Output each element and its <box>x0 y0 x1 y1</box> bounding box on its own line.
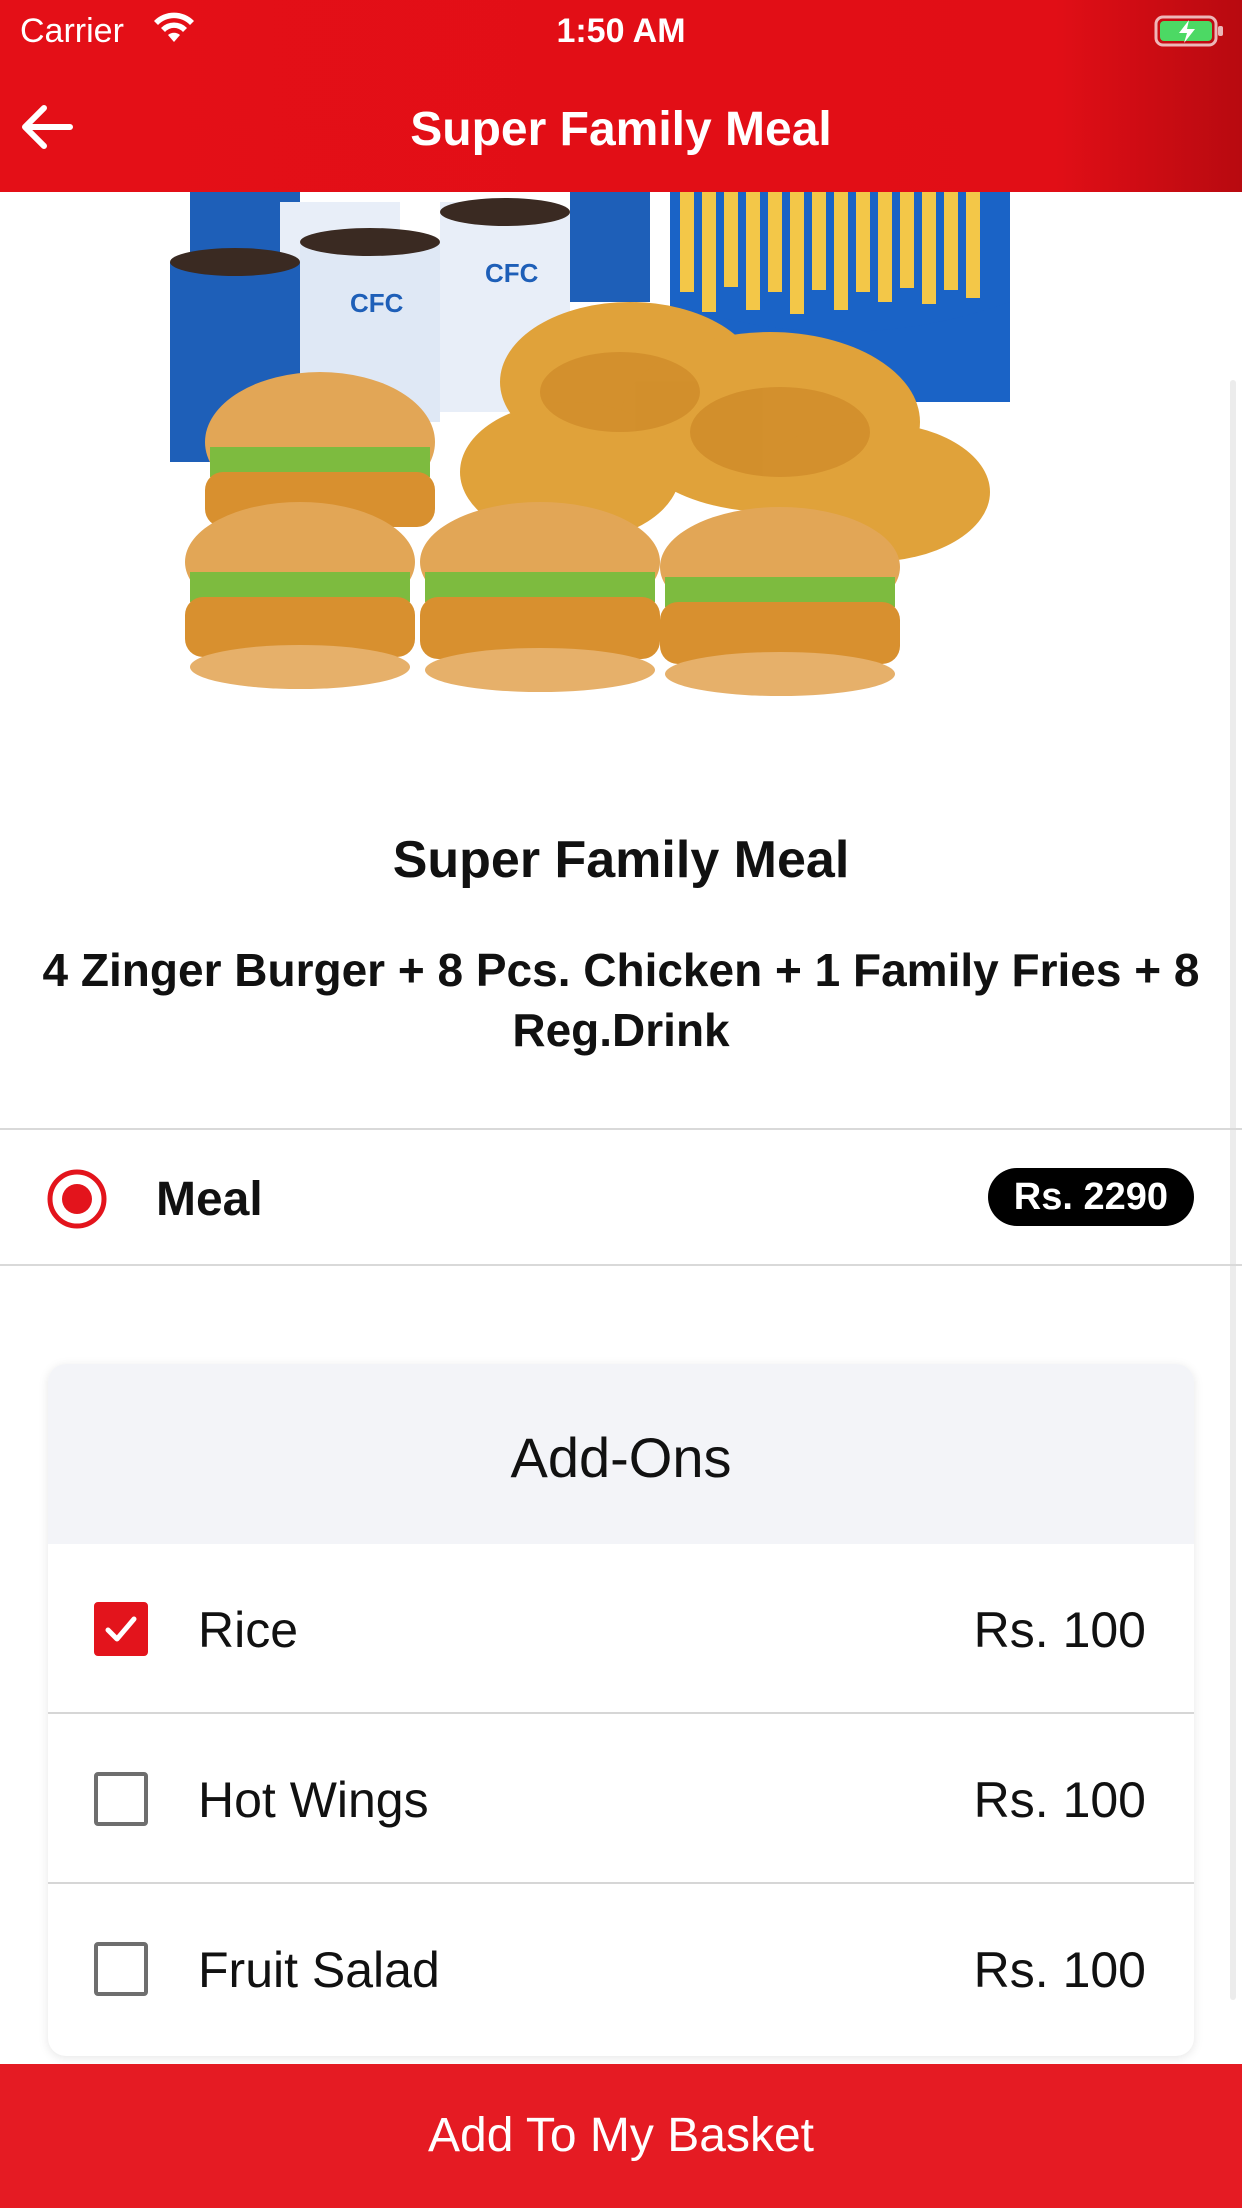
clock: 1:50 AM <box>556 12 686 50</box>
addons-header: Add-Ons <box>48 1364 1194 1544</box>
divider <box>0 1264 1242 1266</box>
radio-selected-icon[interactable] <box>46 1168 108 1230</box>
addon-price: Rs. 100 <box>973 1772 1146 1828</box>
addon-price: Rs. 100 <box>973 1602 1146 1658</box>
addon-item-hot-wings[interactable]: Hot Wings Rs. 100 <box>48 1714 1194 1884</box>
addons-title: Add-Ons <box>510 1426 732 1489</box>
price-badge: Rs. 2290 <box>987 1168 1194 1226</box>
addon-item-rice[interactable]: Rice Rs. 100 <box>48 1544 1194 1714</box>
page-title: Super Family Meal <box>410 103 832 156</box>
battery-icon <box>1154 15 1223 47</box>
navigation-bar: Super Family Meal <box>0 62 1242 192</box>
divider <box>0 1128 1242 1130</box>
checkbox-unchecked[interactable] <box>94 1772 148 1826</box>
product-image: CFC CFC <box>170 192 1010 696</box>
checkmark-icon <box>105 1616 137 1642</box>
addon-label: Hot Wings <box>198 1772 429 1828</box>
addon-label: Fruit Salad <box>198 1942 440 1998</box>
addon-price: Rs. 100 <box>973 1942 1146 1998</box>
option-meal[interactable]: Meal Rs. 2290 <box>0 1132 1242 1264</box>
add-to-basket-button[interactable]: Add To My Basket <box>0 2064 1242 2208</box>
status-bar: Carrier 1:50 AM <box>0 0 1242 62</box>
checkbox-unchecked[interactable] <box>94 1942 148 1996</box>
svg-text:CFC: CFC <box>485 258 539 288</box>
option-label: Meal <box>156 1173 263 1226</box>
addon-label: Rice <box>198 1602 299 1658</box>
checkbox-checked[interactable] <box>94 1602 148 1656</box>
product-title: Super Family Meal <box>392 831 850 889</box>
addons-card: Add-Ons Rice Rs. 100 Hot Wings Rs. 100 F… <box>48 1364 1194 2056</box>
product-description: 4 Zinger Burger + 8 Pcs. Chicken + 1 Fam… <box>42 944 1200 1056</box>
svg-text:CFC: CFC <box>350 288 404 318</box>
addon-item-fruit-salad[interactable]: Fruit Salad Rs. 100 <box>48 1884 1194 2054</box>
app-header: Carrier 1:50 AM Super Family Meal <box>0 0 1242 192</box>
